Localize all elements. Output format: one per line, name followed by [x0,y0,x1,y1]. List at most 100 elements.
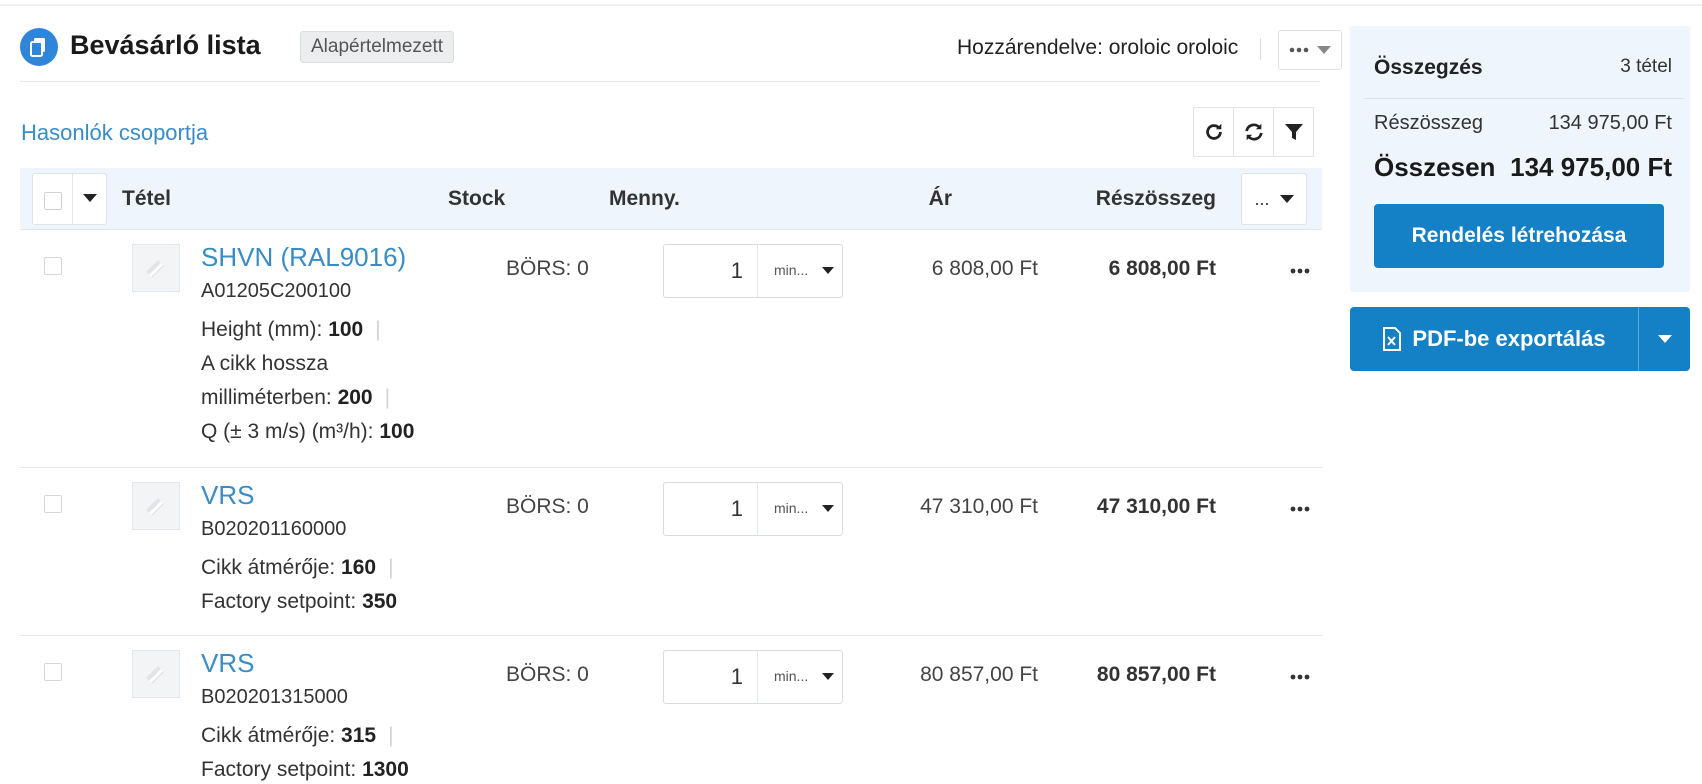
quantity-input[interactable]: 1 [664,483,758,535]
attribute-separator: | [388,556,394,579]
top-divider [0,0,1702,6]
attribute-value: 200 [337,386,373,409]
row-checkbox[interactable] [44,495,62,513]
chevron-down-icon [1657,335,1672,343]
quantity-input[interactable]: 1 [664,245,758,297]
attribute-label: A cikk hossza [201,352,329,375]
attribute-label: Height (mm): [201,318,323,341]
quantity-input[interactable]: 1 [664,651,758,703]
export-options-toggle[interactable] [1639,307,1690,371]
product-thumbnail [132,650,180,698]
row-actions-button[interactable] [1290,258,1310,279]
unit-price: 80 857,00 Ft [920,663,1038,686]
select-all-checkbox[interactable] [44,192,62,210]
column-menu-label: ... [1254,188,1270,209]
attribute-separator: | [388,724,394,747]
table-header: Tétel Stock Menny. Ár Részösszeg ... [20,168,1322,230]
row-actions-button[interactable] [1290,496,1310,517]
chevron-down-icon[interactable] [83,194,97,202]
excel-file-icon [1383,327,1402,351]
attribute-value: 350 [362,590,398,613]
create-order-button[interactable]: Rendelés létrehozása [1374,204,1664,268]
table-row: VRS B020201315000 Cikk átmérője: 315 | Fa… [20,636,1322,784]
column-stock[interactable]: Stock [448,187,505,211]
more-icon [1290,268,1310,274]
total-label: Összesen [1374,152,1496,182]
product-sku: B020201160000 [201,518,347,540]
product-name-link[interactable]: VRS [201,480,254,511]
stock-value: BÖRS: 0 [506,257,589,280]
row-checkbox[interactable] [44,257,62,275]
column-settings-button[interactable]: ... [1241,173,1307,225]
select-all-control[interactable] [32,173,107,225]
filter-icon [1284,124,1303,140]
refresh-button[interactable] [1193,107,1234,157]
more-icon [1290,506,1310,512]
column-price[interactable]: Ár [929,187,952,211]
product-attribute: Cikk átmérője: 160 | [201,552,394,584]
chevron-down-icon[interactable] [822,267,834,274]
product-sku: A01205C200100 [201,280,352,302]
chevron-down-icon[interactable] [822,505,834,512]
attribute-label: Factory setpoint: [201,590,357,613]
table-row: VRS B020201160000 Cikk átmérője: 160 | Fa… [20,468,1322,636]
product-attribute: Factory setpoint: 1300 [201,754,409,784]
unit-select[interactable]: min... [774,668,808,684]
product-attribute: Q (± 3 m/s) (m³/h): 100 [201,416,414,448]
refresh-icon [1205,123,1222,140]
list-options-button[interactable] [1278,30,1342,70]
product-thumbnail [132,482,180,530]
export-pdf-split-button: PDF-be exportálás [1350,307,1690,371]
attribute-label: Cikk átmérője: [201,556,336,579]
image-placeholder-icon [146,498,164,516]
table-row: SHVN (RAL9016) A01205C200100 Height (mm)… [20,230,1322,468]
summary-title: Összegzés [1374,56,1483,79]
product-attribute: milliméterben: 200 | [201,382,390,414]
unit-select[interactable]: min... [774,500,808,516]
summary-divider [1364,98,1684,99]
group-similar-link[interactable]: Hasonlók csoportja [21,120,208,146]
product-name-link[interactable]: SHVN (RAL9016) [201,242,406,273]
attribute-value: 1300 [362,758,409,781]
attribute-label: Q (± 3 m/s) (m³/h): [201,420,374,443]
stock-value: BÖRS: 0 [506,663,589,686]
sync-button[interactable] [1233,107,1274,157]
unit-price: 6 808,00 Ft [931,257,1038,280]
attribute-separator: | [375,318,381,341]
row-subtotal: 6 808,00 Ft [1108,257,1216,280]
filter-button[interactable] [1273,107,1314,157]
product-name-link[interactable]: VRS [201,648,254,679]
product-attribute: A cikk hossza [201,348,328,380]
product-attribute: Cikk átmérője: 315 | [201,720,394,752]
unit-select[interactable]: min... [774,262,808,278]
row-actions-button[interactable] [1290,664,1310,685]
quantity-stepper[interactable]: 1 min... [663,482,843,536]
subtotal-label: Részösszeg [1374,112,1483,134]
row-checkbox[interactable] [44,663,62,681]
column-item[interactable]: Tétel [122,187,171,211]
product-sku: B020201315000 [201,686,348,708]
quantity-stepper[interactable]: 1 min... [663,650,843,704]
row-subtotal: 80 857,00 Ft [1096,663,1216,686]
attribute-label: Cikk átmérője: [201,724,336,747]
unit-price: 47 310,00 Ft [920,495,1038,518]
attribute-label: milliméterben: [201,386,332,409]
column-subtotal[interactable]: Részösszeg [1096,187,1216,211]
attribute-separator: | [384,386,391,409]
total-value: 134 975,00 Ft [1510,152,1672,182]
product-thumbnail [132,244,180,292]
chevron-down-icon[interactable] [822,673,834,680]
subtotal-value: 134 975,00 Ft [1548,112,1672,134]
column-quantity[interactable]: Menny. [609,187,680,211]
quantity-stepper[interactable]: 1 min... [663,244,843,298]
export-pdf-button[interactable]: PDF-be exportálás [1350,307,1638,371]
image-placeholder-icon [146,260,164,278]
default-list-badge: Alapértelmezett [300,31,455,63]
more-icon [1289,47,1309,53]
chevron-down-icon [1317,46,1331,54]
page-title: Bevásárló lista [70,30,261,60]
chevron-down-icon [1279,195,1294,203]
attribute-label: Factory setpoint: [201,758,357,781]
attribute-value: 315 [341,724,377,747]
select-divider [72,174,73,224]
